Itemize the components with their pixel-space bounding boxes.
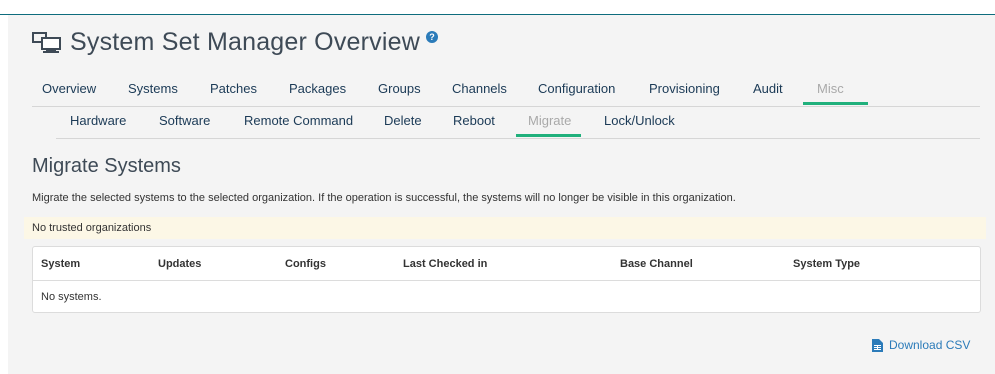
section-title: Migrate Systems: [32, 155, 181, 177]
tab-software[interactable]: Software: [159, 113, 210, 128]
active-tab-indicator: [803, 102, 868, 105]
tab-packages[interactable]: Packages: [289, 81, 346, 96]
tab-remote-command[interactable]: Remote Command: [244, 113, 353, 128]
tab-groups[interactable]: Groups: [378, 81, 421, 96]
tab-provisioning[interactable]: Provisioning: [649, 81, 720, 96]
column-base-channel[interactable]: Base Channel: [620, 258, 693, 270]
tab-migrate[interactable]: Migrate: [528, 113, 571, 128]
alert-text: No trusted organizations: [32, 222, 152, 234]
tab-reboot[interactable]: Reboot: [453, 113, 495, 128]
column-updates[interactable]: Updates: [158, 258, 201, 270]
column-last-checked-in[interactable]: Last Checked in: [403, 258, 487, 270]
question-circle-icon[interactable]: ?: [425, 30, 438, 43]
tab-misc[interactable]: Misc: [817, 81, 844, 96]
table-header: System Updates Configs Last Checked in B…: [33, 247, 980, 281]
tab-audit[interactable]: Audit: [753, 81, 783, 96]
tab-systems[interactable]: Systems: [128, 81, 178, 96]
section-description: Migrate the selected systems to the sele…: [32, 192, 736, 204]
column-system[interactable]: System: [41, 258, 80, 270]
desktop-icon: [32, 31, 61, 53]
tab-lock-unlock[interactable]: Lock/Unlock: [604, 113, 675, 128]
page-title: System Set Manager Overview: [70, 28, 420, 56]
tab-channels[interactable]: Channels: [452, 81, 507, 96]
active-subtab-indicator: [516, 134, 581, 137]
empty-table-message: No systems.: [41, 291, 102, 303]
page-header: System Set Manager Overview ?: [32, 28, 438, 57]
secondary-nav: Hardware Software Remote Command Delete …: [56, 113, 980, 139]
tab-patches[interactable]: Patches: [210, 81, 257, 96]
tab-hardware[interactable]: Hardware: [70, 113, 126, 128]
warning-alert: No trusted organizations: [24, 217, 986, 239]
download-csv-link[interactable]: Download CSV: [872, 338, 970, 352]
tab-configuration[interactable]: Configuration: [538, 81, 615, 96]
file-spreadsheet-icon: [872, 338, 883, 352]
systems-table: System Updates Configs Last Checked in B…: [32, 246, 981, 313]
download-csv-label: Download CSV: [889, 338, 971, 352]
tab-delete[interactable]: Delete: [384, 113, 422, 128]
column-system-type[interactable]: System Type: [793, 258, 860, 270]
primary-nav: Overview Systems Patches Packages Groups…: [32, 81, 980, 107]
main-content: System Set Manager Overview ? Overview S…: [8, 15, 995, 374]
tab-overview[interactable]: Overview: [42, 81, 96, 96]
column-configs[interactable]: Configs: [285, 258, 326, 270]
